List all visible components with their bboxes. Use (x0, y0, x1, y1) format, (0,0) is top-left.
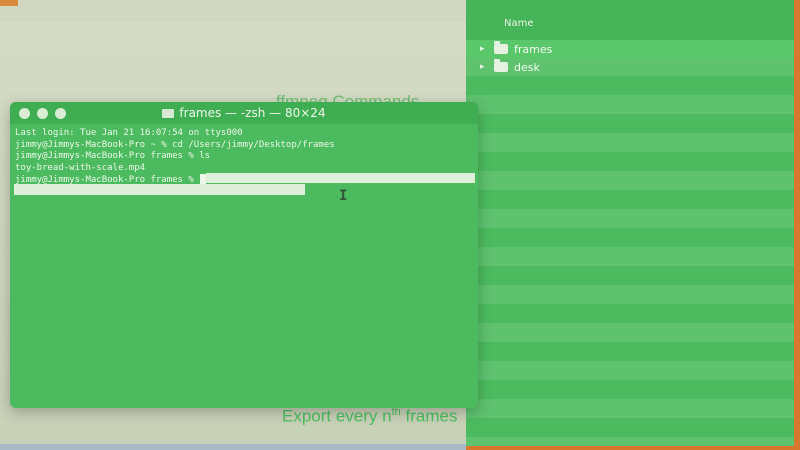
name-column-header[interactable]: Name (504, 18, 534, 29)
terminal-title-text: frames — -zsh — 80×24 (179, 106, 326, 120)
terminal-line: Last login: Tue Jan 21 16:07:54 on ttys0… (15, 128, 243, 138)
terminal-window[interactable]: frames — -zsh — 80×24 Last login: Tue Ja… (10, 102, 478, 408)
background-status-strip (0, 444, 470, 450)
folder-icon (494, 59, 508, 72)
chevron-right-icon[interactable]: ▸ (480, 62, 490, 72)
terminal-prompt: jimmy@Jimmys-MacBook-Pro frames % (15, 175, 200, 185)
terminal-line: jimmy@Jimmys-MacBook-Pro ~ % cd /Users/j… (15, 139, 335, 150)
export-caption-text: Export every n (282, 406, 392, 426)
export-caption-tail: frames (400, 406, 458, 426)
finder-column-header: Name (466, 0, 794, 41)
terminal-cursor (200, 174, 207, 184)
background-export-caption: Export every nth frames (282, 406, 457, 427)
background-toolbar (0, 0, 470, 22)
background-tab-marker (0, 0, 18, 6)
finder-window: Name ▸ frames ▸ desk (466, 0, 800, 450)
finder-list: Name ▸ frames ▸ desk (466, 0, 794, 446)
finder-row-frames[interactable]: ▸ frames (466, 40, 794, 58)
terminal-prompt-line[interactable]: jimmy@Jimmys-MacBook-Pro frames % (15, 174, 473, 186)
terminal-title: frames — -zsh — 80×24 (10, 106, 478, 120)
finder-item-label: desk (514, 60, 540, 74)
terminal-line: toy-bread-with-scale.mp4 (15, 162, 146, 173)
terminal-output[interactable]: Last login: Tue Jan 21 16:07:54 on ttys0… (15, 128, 473, 186)
folder-icon (162, 109, 175, 118)
finder-row-desk[interactable]: ▸ desk (466, 58, 794, 76)
terminal-line: jimmy@Jimmys-MacBook-Pro frames % ls (15, 151, 211, 161)
terminal-titlebar[interactable]: frames — -zsh — 80×24 (10, 102, 478, 124)
ibeam-cursor-icon: I (339, 188, 348, 204)
finder-item-label: frames (514, 42, 553, 56)
chevron-right-icon[interactable]: ▸ (480, 44, 490, 54)
folder-icon (494, 41, 508, 54)
